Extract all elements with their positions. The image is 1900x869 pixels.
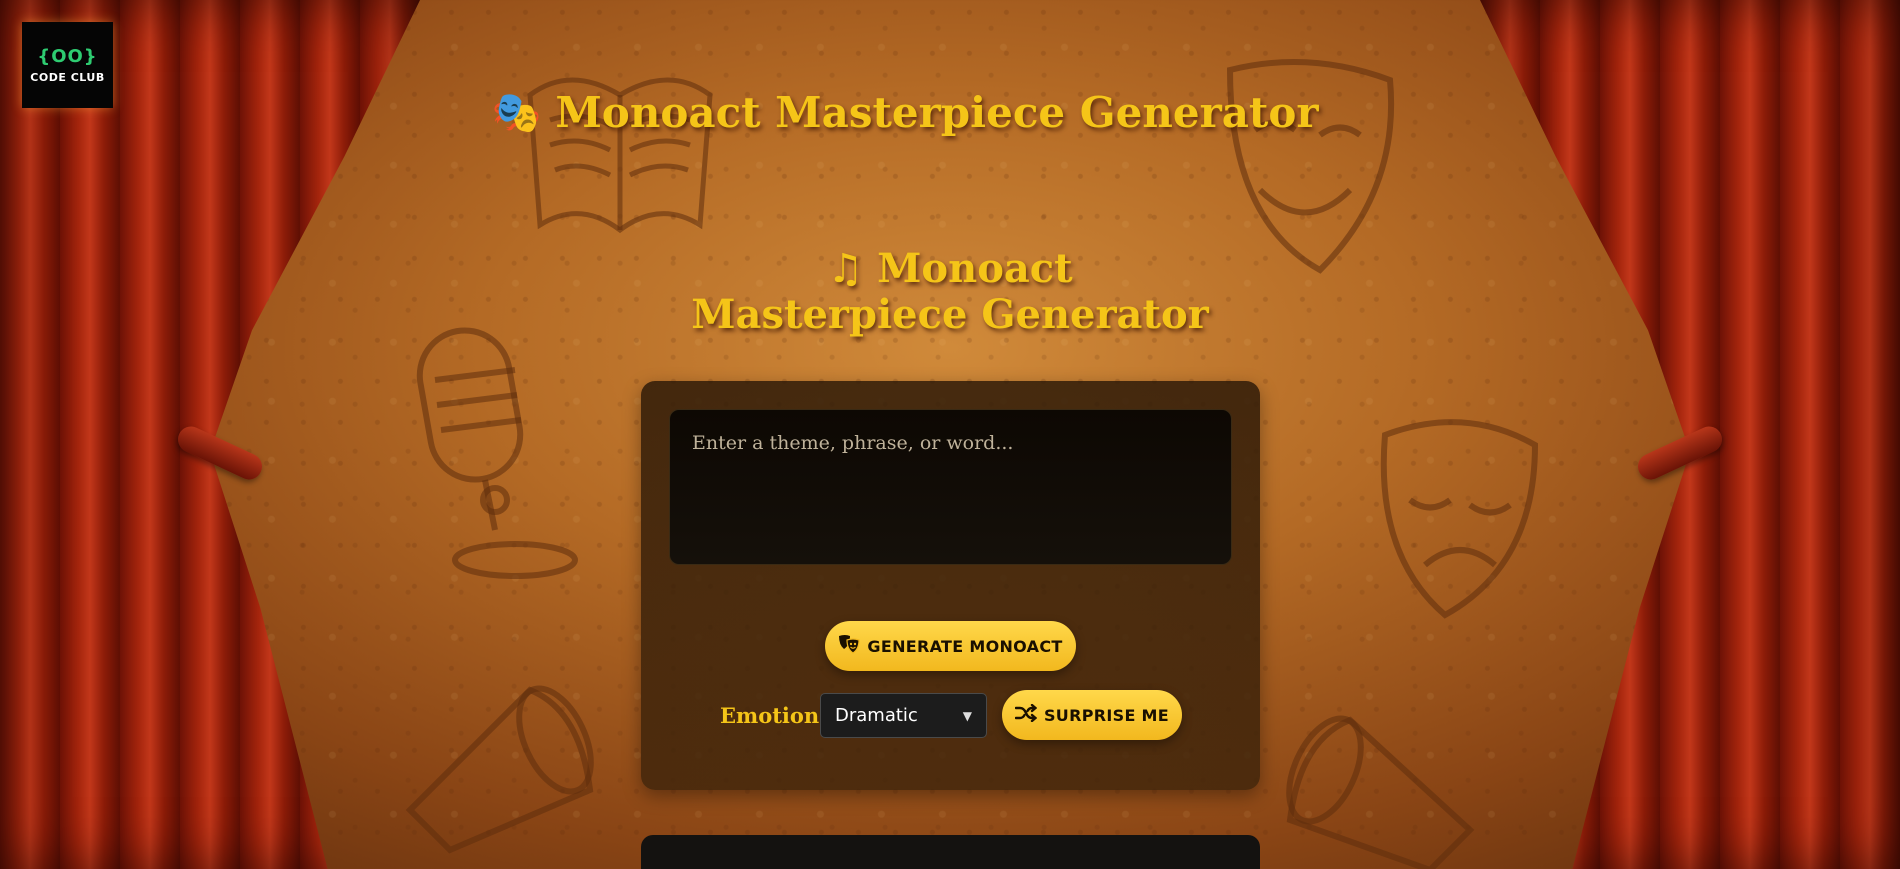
page-header: 🎭 Monoact Masterpiece Generator [0,88,1900,137]
page-title: Monoact Masterpiece Generator [555,88,1319,137]
logo-mark: {OO} [37,46,98,67]
chevron-down-icon: ▼ [962,708,972,723]
generate-monoact-label: GENERATE MONOACT [867,636,1063,656]
emotion-select[interactable]: Dramatic ▼ [820,693,987,738]
logo-text: CODE CLUB [30,71,105,84]
megaphone-left-sketch-icon [380,650,620,869]
surprise-me-label: SURPRISE ME [1043,705,1169,725]
emotion-label: Emotion: [720,703,827,728]
section-header: ♫ Monoact Masterpiece Generator [0,246,1900,338]
theme-input[interactable] [669,409,1232,565]
section-title: ♫ Monoact Masterpiece Generator [690,246,1210,338]
generator-panel: GENERATE MONOACT Emotion: Dramatic ▼ SUR… [641,381,1260,790]
output-panel [641,835,1260,869]
book-sketch-icon [510,55,730,255]
microphone-sketch-icon [405,320,585,590]
theater-masks-icon: 🎭 [491,90,542,136]
music-note-icon: ♫ [827,245,864,292]
sad-mask-sketch-icon [1365,405,1545,625]
shuffle-icon [1014,703,1038,727]
section-title-text: Monoact Masterpiece Generator [691,245,1209,338]
megaphone-right-sketch-icon [1260,680,1500,869]
surprise-me-button[interactable]: SURPRISE ME [1002,690,1182,740]
emotion-selected-value: Dramatic [835,705,918,726]
theater-masks-icon [838,634,861,659]
generate-monoact-button[interactable]: GENERATE MONOACT [825,621,1076,671]
